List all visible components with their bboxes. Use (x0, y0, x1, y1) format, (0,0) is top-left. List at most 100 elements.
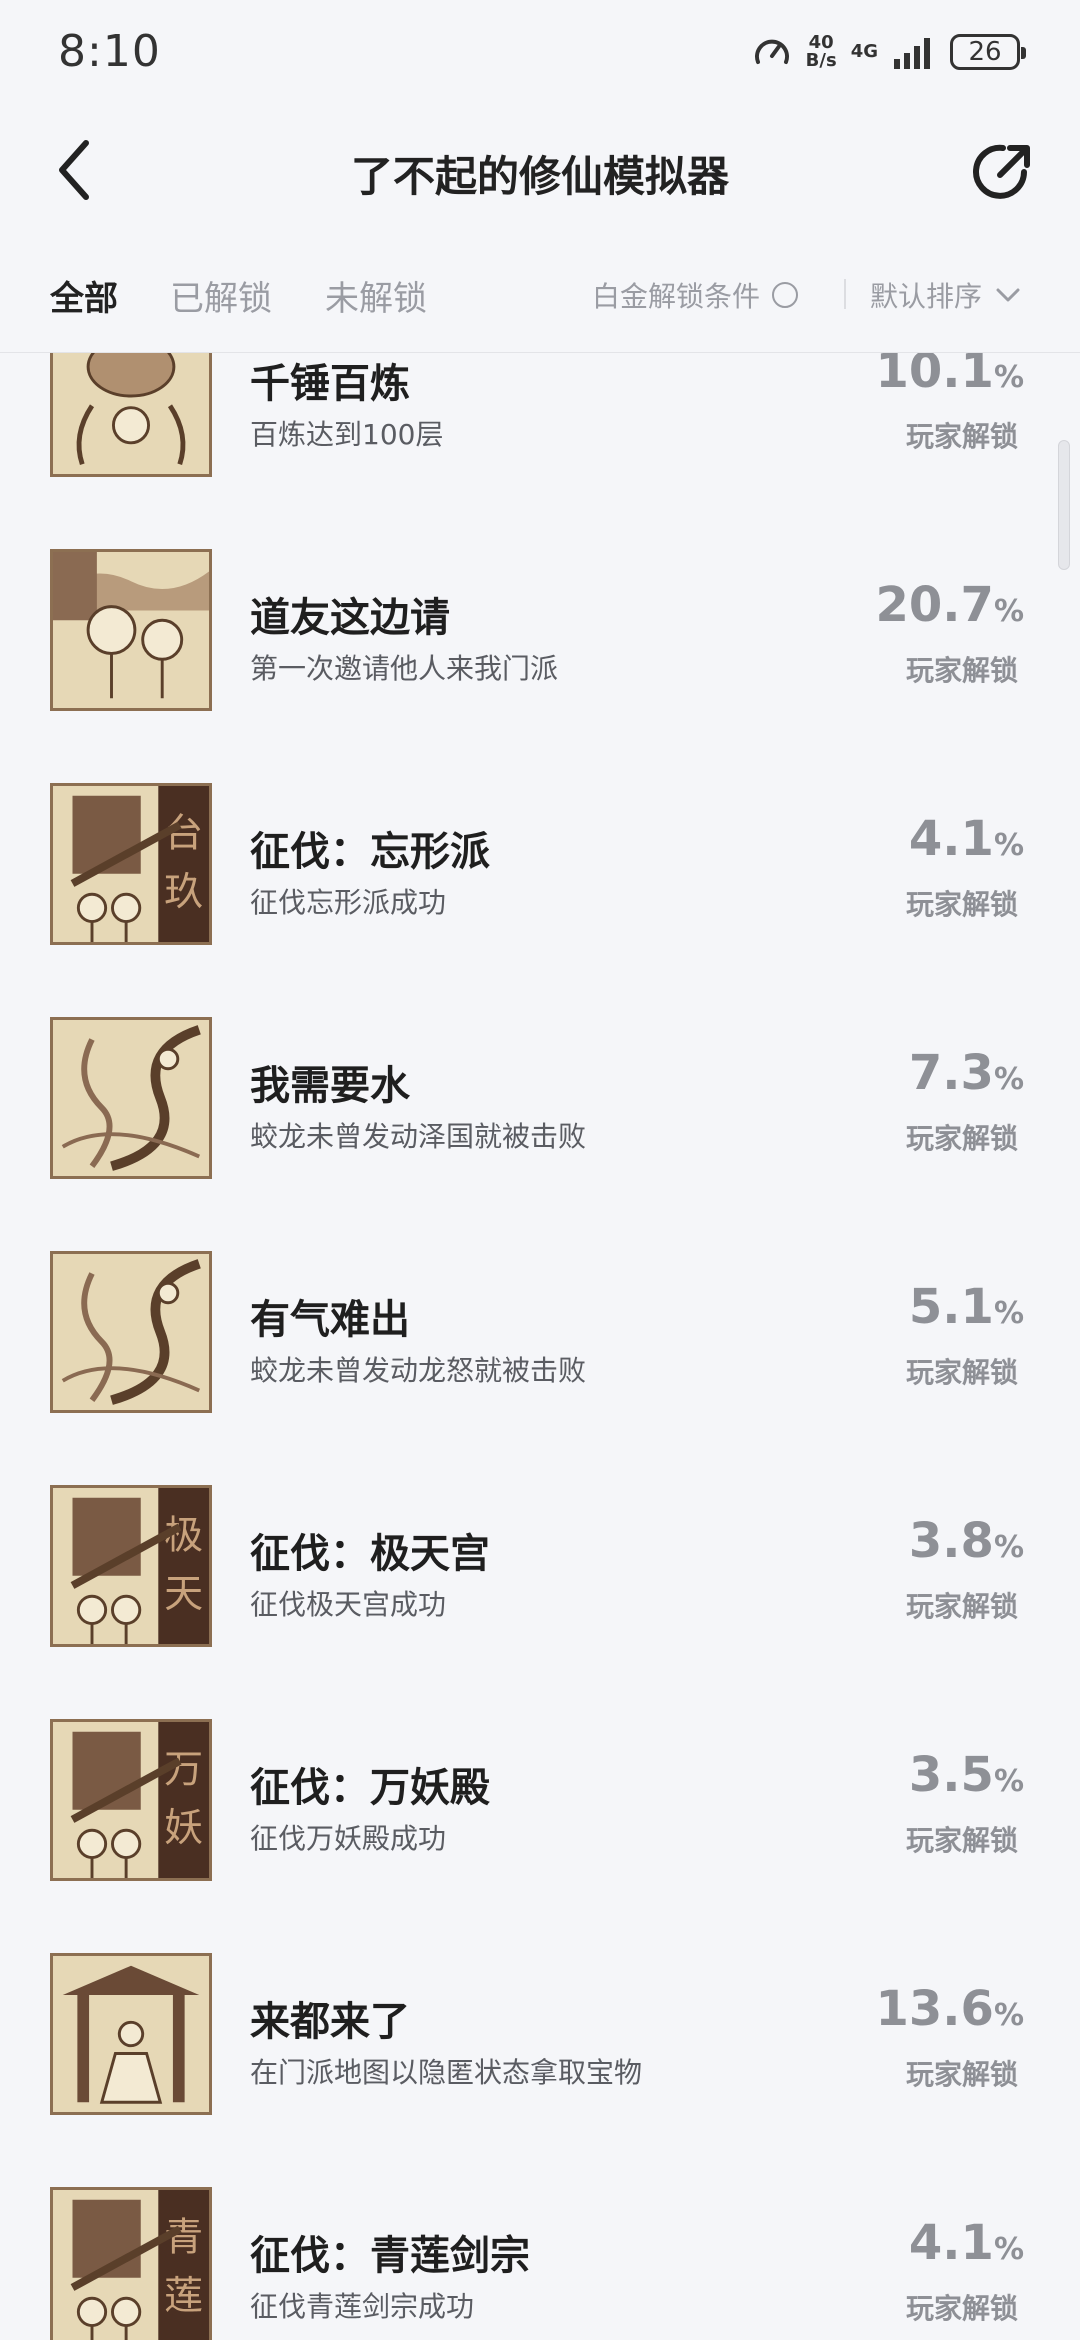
app-header: 了不起的修仙模拟器 (0, 105, 1080, 235)
achievement-description: 百炼达到100层 (250, 418, 444, 451)
unlock-label: 玩家解锁 (905, 2058, 1018, 2091)
unlock-label: 玩家解锁 (905, 1122, 1018, 1155)
unlock-percentage-value: 10.1 (875, 353, 994, 399)
unlock-percentage-unit: % (993, 1764, 1024, 1799)
unlock-percentage: 3.5% (909, 1747, 1024, 1803)
tab-locked[interactable]: 未解锁 (325, 271, 427, 320)
svg-text:莲: 莲 (164, 2274, 203, 2319)
achievement-art: 青 莲 (53, 2190, 209, 2340)
unlock-percentage: 4.1% (909, 2215, 1024, 2271)
achievement-title: 我需要水 (250, 1063, 410, 1109)
unlock-percentage-unit: % (993, 1296, 1024, 1331)
speedometer-icon (754, 39, 789, 64)
unlock-percentage-unit: % (993, 1998, 1024, 2033)
achievement-title: 道友这边请 (250, 595, 450, 641)
network-type: 4G (850, 41, 878, 62)
unlock-percentage: 5.1% (909, 1279, 1024, 1335)
achievement-description: 蛟龙未曾发动泽国就被击败 (250, 1120, 587, 1153)
share-icon[interactable] (970, 139, 1036, 205)
tab-all[interactable]: 全部 (50, 271, 118, 320)
achievement-thumbnail: 万 妖 (50, 1719, 212, 1881)
divider (844, 279, 846, 309)
achievement-thumbnail (50, 549, 212, 711)
unlock-label: 玩家解锁 (905, 1824, 1018, 1857)
achievement-row[interactable]: 有气难出 蛟龙未曾发动龙怒就被击败 5.1% 玩家解锁 (0, 1239, 1080, 1473)
svg-text:天: 天 (164, 1572, 203, 1617)
unlock-percentage: 7.3% (909, 1045, 1024, 1101)
achievement-thumbnail: 台 玖 (50, 783, 212, 945)
achievement-title: 有气难出 (250, 1297, 410, 1343)
tab-unlocked[interactable]: 已解锁 (170, 271, 272, 320)
achievement-art (53, 1020, 209, 1176)
achievement-row[interactable]: 青 莲 征伐：青莲剑宗 征伐青莲剑宗成功 4.1% 玩家解锁 (0, 2175, 1080, 2340)
filter-tabs-bar: 全部 已解锁 未解锁 白金解锁条件 默认排序 (0, 235, 1080, 353)
achievement-thumbnail (50, 1953, 212, 2115)
achievement-art (53, 353, 209, 474)
platinum-filter-toggle[interactable]: 白金解锁条件 (592, 275, 799, 315)
achievement-thumbnail: 青 莲 (50, 2187, 212, 2340)
unlock-percentage-value: 13.6 (875, 1981, 994, 2037)
achievement-row[interactable]: 极 天 征伐：极天宫 征伐极天宫成功 3.8% 玩家解锁 (0, 1473, 1080, 1707)
achievement-title: 千锤百炼 (250, 361, 410, 407)
achievement-art (53, 552, 209, 708)
unlock-percentage-value: 7.3 (908, 1045, 994, 1101)
achievement-art (53, 1956, 209, 2112)
achievement-title: 征伐：万妖殿 (250, 1765, 490, 1811)
unlock-percentage: 4.1% (909, 811, 1024, 867)
achievement-row[interactable]: 万 妖 征伐：万妖殿 征伐万妖殿成功 3.5% 玩家解锁 (0, 1707, 1080, 1941)
achievement-title: 来都来了 (250, 1999, 410, 2045)
achievement-art: 台 玖 (53, 786, 209, 942)
svg-text:妖: 妖 (164, 1806, 203, 1851)
unlock-label: 玩家解锁 (905, 420, 1018, 453)
unlock-percentage-unit: % (993, 594, 1024, 629)
signal-icon (894, 38, 930, 69)
status-icons: 40 B/s 4G 26 (752, 30, 1026, 74)
achievement-description: 征伐极天宫成功 (250, 1588, 447, 1621)
achievement-thumbnail (50, 353, 212, 477)
achievement-art: 极 天 (53, 1488, 209, 1644)
scrollbar[interactable] (1058, 440, 1070, 570)
achievement-description: 第一次邀请他人来我门派 (250, 652, 559, 685)
unlock-label: 玩家解锁 (905, 1590, 1018, 1623)
unlock-percentage-value: 3.5 (908, 1747, 994, 1803)
sort-dropdown[interactable]: 默认排序 (870, 275, 1022, 315)
achievement-description: 征伐忘形派成功 (250, 886, 447, 919)
achievement-row[interactable]: 道友这边请 第一次邀请他人来我门派 20.7% 玩家解锁 (0, 537, 1080, 771)
achievement-description: 在门派地图以隐匿状态拿取宝物 (250, 2056, 643, 2089)
achievement-description: 征伐青莲剑宗成功 (250, 2290, 475, 2323)
achievement-row[interactable]: 千锤百炼 百炼达到100层 10.1% 玩家解锁 (0, 353, 1080, 537)
radio-icon[interactable] (772, 282, 799, 308)
unlock-percentage-unit: % (993, 360, 1024, 395)
network-speed: 40 B/s (805, 32, 837, 71)
achievement-thumbnail (50, 1251, 212, 1413)
sort-label: 默认排序 (870, 280, 983, 313)
unlock-percentage-value: 3.8 (908, 1513, 994, 1569)
chevron-down-icon (996, 288, 1020, 302)
unlock-percentage: 20.7% (876, 577, 1025, 633)
achievement-list[interactable]: 千锤百炼 百炼达到100层 10.1% 玩家解锁 道友这边请 第一次邀请他人来我… (0, 353, 1080, 2340)
unlock-percentage-unit: % (993, 2232, 1024, 2267)
unlock-label: 玩家解锁 (905, 654, 1018, 687)
unlock-percentage-unit: % (993, 828, 1024, 863)
achievement-title: 征伐：极天宫 (250, 1531, 490, 1577)
unlock-percentage-unit: % (993, 1062, 1024, 1097)
platinum-filter-label: 白金解锁条件 (592, 280, 761, 313)
status-bar: 8:10 40 B/s 4G 26 (0, 0, 1080, 105)
unlock-percentage: 3.8% (909, 1513, 1024, 1569)
achievement-description: 蛟龙未曾发动龙怒就被击败 (250, 1354, 587, 1387)
battery-icon: 26 (950, 34, 1026, 70)
unlock-percentage: 13.6% (876, 1981, 1025, 2037)
achievement-thumbnail: 极 天 (50, 1485, 212, 1647)
unlock-percentage-unit: % (993, 1530, 1024, 1565)
achievement-title: 征伐：忘形派 (250, 829, 490, 875)
unlock-percentage-value: 4.1 (908, 811, 994, 867)
unlock-label: 玩家解锁 (905, 888, 1018, 921)
unlock-percentage-value: 4.1 (908, 2215, 994, 2271)
achievement-row[interactable]: 来都来了 在门派地图以隐匿状态拿取宝物 13.6% 玩家解锁 (0, 1941, 1080, 2175)
achievement-thumbnail (50, 1017, 212, 1179)
svg-text:玖: 玖 (164, 870, 203, 915)
achievement-title: 征伐：青莲剑宗 (250, 2233, 530, 2279)
achievement-row[interactable]: 我需要水 蛟龙未曾发动泽国就被击败 7.3% 玩家解锁 (0, 1005, 1080, 1239)
unlock-label: 玩家解锁 (905, 1356, 1018, 1389)
achievement-row[interactable]: 台 玖 征伐：忘形派 征伐忘形派成功 4.1% 玩家解锁 (0, 771, 1080, 1005)
